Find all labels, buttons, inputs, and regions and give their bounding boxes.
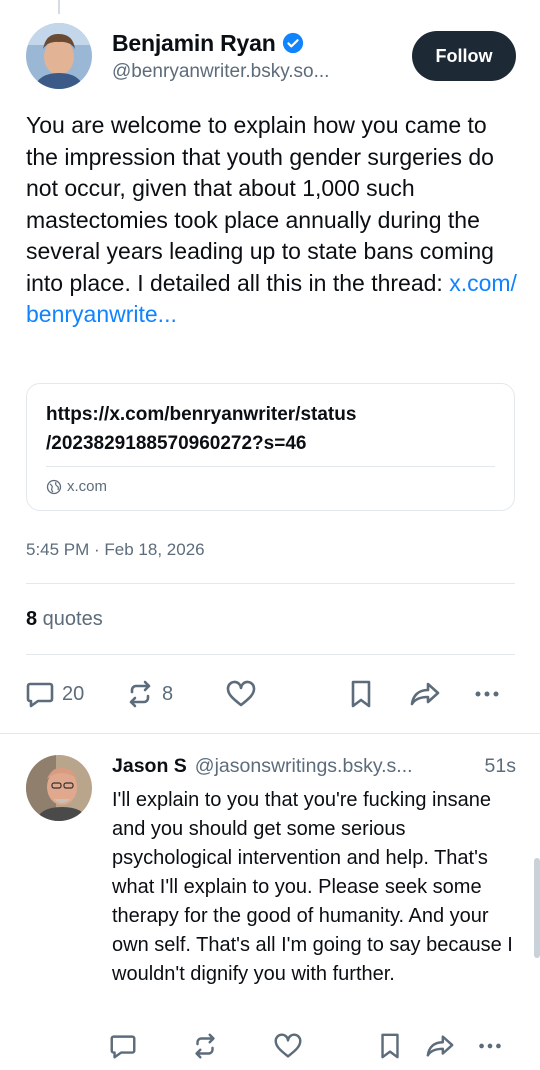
section-divider bbox=[0, 733, 540, 734]
post-timestamp[interactable]: 5:45 PM · Feb 18, 2026 bbox=[26, 540, 205, 560]
comment-icon bbox=[110, 1035, 136, 1059]
author-name[interactable]: Benjamin Ryan bbox=[112, 30, 276, 57]
scrollbar[interactable] bbox=[534, 858, 540, 958]
reply-repost-button[interactable] bbox=[190, 1030, 220, 1062]
link-card-divider bbox=[46, 466, 495, 467]
thread-line bbox=[58, 0, 60, 14]
author-handle[interactable]: @benryanwriter.bsky.so... bbox=[112, 61, 412, 83]
reply-like-button[interactable] bbox=[272, 1030, 304, 1062]
link-card-domain: x.com bbox=[46, 478, 107, 495]
share-button[interactable] bbox=[408, 676, 442, 712]
like-button[interactable] bbox=[224, 676, 258, 712]
reply-author-avatar[interactable] bbox=[26, 755, 92, 821]
link-card[interactable]: https://x.com/benryanwriter/status /2023… bbox=[26, 383, 515, 511]
bookmark-icon bbox=[351, 680, 371, 708]
comment-icon bbox=[26, 682, 54, 708]
link-card-domain-text: x.com bbox=[67, 478, 108, 495]
follow-button[interactable]: Follow bbox=[412, 31, 516, 81]
reply-text: I'll explain to you that you're fucking … bbox=[112, 789, 513, 985]
post-actions: 20 8 bbox=[24, 676, 516, 712]
reply-author-name[interactable]: Jason S bbox=[112, 755, 187, 778]
repost-icon bbox=[129, 680, 151, 708]
reply-count: 20 bbox=[62, 682, 85, 705]
share-icon bbox=[410, 682, 440, 706]
share-icon bbox=[426, 1035, 454, 1057]
quotes-number: 8 bbox=[26, 608, 38, 630]
reply-bookmark-button[interactable] bbox=[376, 1030, 404, 1062]
divider bbox=[26, 654, 515, 655]
more-options-button[interactable] bbox=[470, 676, 504, 712]
reply-more-options-button[interactable] bbox=[474, 1030, 506, 1062]
author-avatar[interactable] bbox=[26, 23, 92, 89]
post-text-body: You are welcome to explain how you came … bbox=[26, 112, 494, 296]
ellipsis-icon bbox=[475, 691, 499, 697]
reply-header: Jason S @jasonswritings.bsky.s... 51s bbox=[112, 755, 516, 778]
heart-icon bbox=[274, 1033, 302, 1058]
repost-button[interactable]: 8 bbox=[124, 676, 173, 712]
divider bbox=[26, 583, 515, 584]
repost-icon bbox=[195, 1033, 215, 1059]
bookmark-icon bbox=[381, 1033, 399, 1059]
globe-icon bbox=[46, 479, 62, 494]
heart-icon bbox=[226, 680, 256, 707]
ellipsis-icon bbox=[479, 1043, 501, 1049]
repost-count: 8 bbox=[162, 682, 174, 705]
reply-author-handle[interactable]: @jasonswritings.bsky.s... bbox=[195, 755, 413, 778]
verified-badge-icon bbox=[282, 32, 303, 54]
reply-button[interactable]: 20 bbox=[24, 676, 84, 712]
quotes-label: quotes bbox=[37, 608, 103, 630]
quotes-count[interactable]: 8 quotes bbox=[26, 608, 103, 631]
bookmark-button[interactable] bbox=[346, 676, 376, 712]
reply-share-button[interactable] bbox=[424, 1030, 456, 1062]
reply-actions bbox=[108, 1030, 518, 1062]
reply-reply-button[interactable] bbox=[108, 1030, 138, 1062]
link-card-url: https://x.com/benryanwriter/status /2023… bbox=[46, 404, 357, 454]
post-text: You are welcome to explain how you came … bbox=[26, 110, 521, 331]
post-header: Benjamin Ryan @benryanwriter.bsky.so... … bbox=[26, 22, 516, 90]
reply-time[interactable]: 51s bbox=[485, 755, 516, 778]
